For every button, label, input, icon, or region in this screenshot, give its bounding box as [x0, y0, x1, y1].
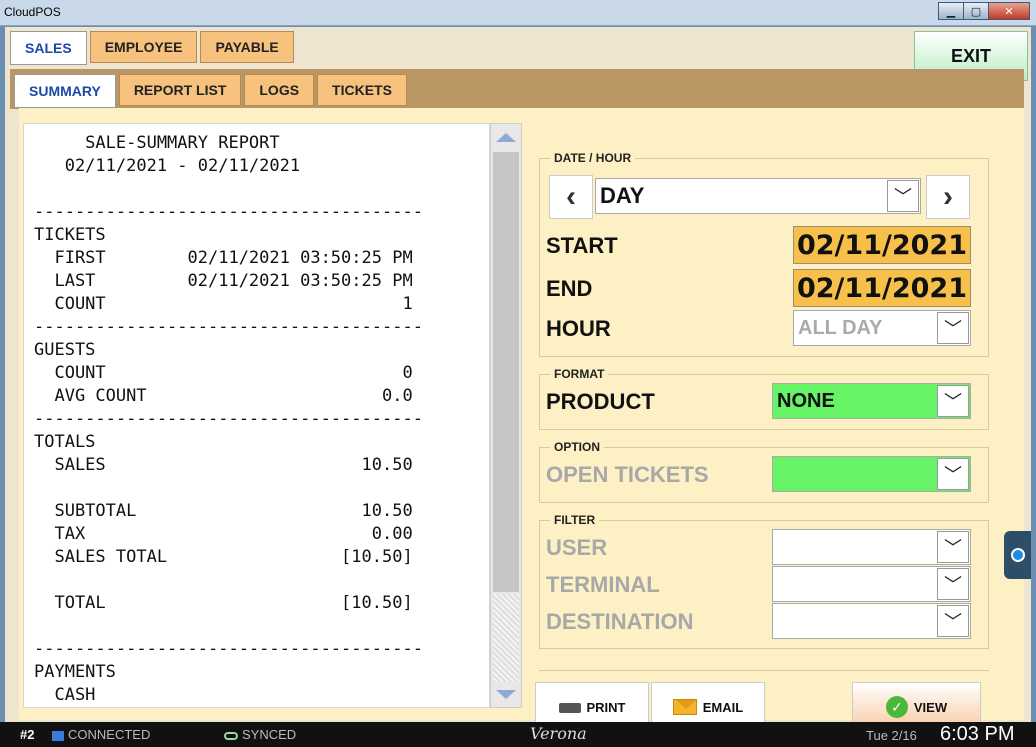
report-view: SALE-SUMMARY REPORT 02/11/2021 - 02/11/2…: [23, 123, 490, 708]
hour-select[interactable]: ALL DAY ﹀: [793, 310, 971, 346]
network-icon: [52, 730, 64, 741]
title-bar: CloudPOS ▁ ▢ ✕: [0, 0, 1036, 26]
tab-payable[interactable]: PAYABLE: [200, 31, 294, 63]
view-label: VIEW: [913, 699, 948, 715]
product-label: PRODUCT: [546, 389, 655, 414]
check-icon: ✓: [885, 696, 908, 718]
teamviewer-icon: [1010, 548, 1025, 562]
top-tabs: SALES EMPLOYEE PAYABLE: [10, 31, 297, 65]
product-value: NONE: [777, 389, 835, 412]
tab-report-list[interactable]: REPORT LIST: [118, 74, 242, 106]
hour-label: HOUR: [546, 316, 611, 341]
tab-employee[interactable]: EMPLOYEE: [89, 31, 198, 63]
next-period-button[interactable]: ›: [926, 175, 970, 219]
envelope-icon: [672, 699, 697, 715]
chevron-down-icon: ﹀: [937, 312, 969, 344]
chevron-down-icon: ﹀: [937, 568, 969, 600]
terminal-number: #2: [20, 727, 35, 742]
chevron-down-icon: ﹀: [937, 458, 969, 490]
connection-text: CONNECTED: [68, 727, 151, 742]
scroll-up-button[interactable]: [491, 124, 521, 150]
location-name: Verona: [530, 724, 587, 743]
hour-value: ALL DAY: [798, 316, 883, 339]
report-scrollbar[interactable]: [490, 123, 522, 708]
teamviewer-tab[interactable]: [1004, 531, 1031, 579]
start-date-field[interactable]: 02/11/2021: [793, 226, 971, 264]
connection-status: CONNECTED: [52, 727, 150, 742]
status-bar: #2 CONNECTED SYNCED Verona Tue 2/16 6:03…: [0, 722, 1036, 747]
end-date-field[interactable]: 02/11/2021: [793, 269, 971, 307]
minimize-button[interactable]: ▁: [938, 2, 964, 20]
terminal-select[interactable]: ﹀: [772, 566, 971, 602]
scroll-down-icon: [496, 689, 516, 699]
printer-icon: [558, 697, 581, 721]
terminal-label: TERMINAL: [546, 572, 660, 597]
scroll-up-icon: [496, 132, 516, 142]
divider: [539, 670, 989, 671]
format-legend: FORMAT: [554, 367, 605, 381]
maximize-button[interactable]: ▢: [963, 2, 989, 20]
tab-logs[interactable]: LOGS: [244, 74, 315, 106]
print-label: PRINT: [586, 699, 626, 715]
tab-tickets[interactable]: TICKETS: [317, 74, 407, 106]
filter-legend: FILTER: [554, 513, 596, 527]
option-legend: OPTION: [554, 440, 601, 454]
report-text: SALE-SUMMARY REPORT 02/11/2021 - 02/11/2…: [34, 133, 423, 705]
user-label: USER: [546, 535, 608, 560]
destination-select[interactable]: ﹀: [772, 603, 971, 639]
app-window: CloudPOS ▁ ▢ ✕ SALES EMPLOYEE PAYABLE EX…: [0, 0, 1036, 732]
window-title: CloudPOS: [4, 5, 61, 19]
sync-text: SYNCED: [242, 727, 297, 742]
chevron-down-icon: ﹀: [937, 385, 969, 417]
date-hour-legend: DATE / HOUR: [554, 151, 632, 165]
destination-label: DESTINATION: [546, 609, 694, 634]
product-select[interactable]: NONE ﹀: [772, 383, 971, 419]
period-value: DAY: [600, 183, 645, 208]
open-tickets-select[interactable]: ﹀: [772, 456, 971, 492]
chevron-down-icon: ﹀: [887, 180, 919, 212]
open-tickets-label: OPEN TICKETS: [546, 462, 709, 487]
app-body: SALES EMPLOYEE PAYABLE EXIT SUMMARY REPO…: [5, 27, 1031, 732]
cloud-icon: [224, 731, 238, 740]
sub-tabs: SUMMARY REPORT LIST LOGS TICKETS: [14, 74, 410, 108]
chevron-left-icon: ‹: [566, 180, 576, 213]
user-select[interactable]: ﹀: [772, 529, 971, 565]
scroll-down-button[interactable]: [491, 681, 521, 707]
prev-period-button[interactable]: ‹: [549, 175, 593, 219]
tab-summary[interactable]: SUMMARY: [14, 74, 116, 108]
sync-status: SYNCED: [224, 727, 296, 742]
chevron-right-icon: ›: [943, 180, 953, 213]
period-select[interactable]: DAY ﹀: [595, 178, 921, 214]
scroll-track[interactable]: [493, 594, 519, 682]
summary-content: SALE-SUMMARY REPORT 02/11/2021 - 02/11/2…: [19, 108, 1024, 732]
end-label: END: [546, 276, 593, 301]
chevron-down-icon: ﹀: [937, 605, 969, 637]
chevron-down-icon: ﹀: [937, 531, 969, 563]
scroll-thumb[interactable]: [493, 152, 519, 592]
start-label: START: [546, 233, 618, 258]
status-time: 6:03 PM: [940, 723, 1015, 745]
email-label: EMAIL: [702, 699, 744, 715]
close-button[interactable]: ✕: [988, 2, 1030, 20]
status-date: Tue 2/16: [866, 728, 917, 743]
tab-sales[interactable]: SALES: [10, 31, 87, 65]
